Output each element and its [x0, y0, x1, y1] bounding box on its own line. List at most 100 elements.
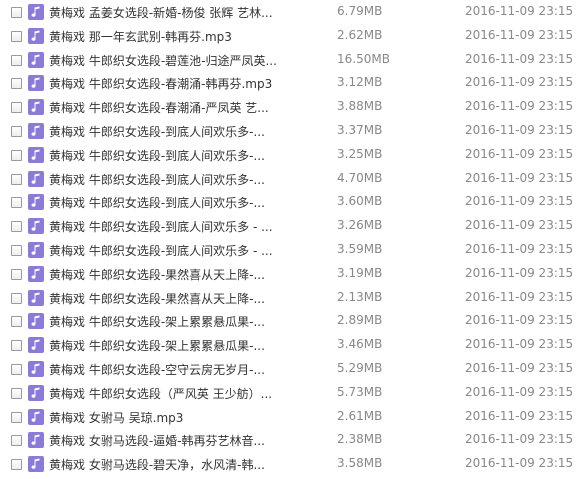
file-row[interactable]: 黄梅戏 牛郎织女选段-到底人间欢乐多-... 4.70MB 2016-11-09…	[0, 170, 581, 192]
row-checkbox[interactable]	[11, 268, 22, 280]
file-size: 3.60MB	[337, 194, 383, 209]
file-row[interactable]: 黄梅戏 牛郎织女选段-春潮涌-韩再芬.mp3 3.12MB 2016-11-09…	[0, 74, 581, 96]
music-file-icon	[28, 313, 44, 330]
music-file-icon	[28, 218, 44, 235]
row-checkbox[interactable]	[11, 78, 22, 90]
file-name[interactable]: 黄梅戏 牛郎织女选段-到底人间欢乐多 - ...	[49, 218, 273, 235]
file-size: 3.46MB	[337, 337, 383, 352]
row-checkbox[interactable]	[11, 316, 22, 328]
file-name[interactable]: 黄梅戏 牛郎织女选段-空守云房无岁月-...	[49, 361, 265, 378]
row-checkbox[interactable]	[11, 126, 22, 137]
row-checkbox[interactable]	[11, 435, 22, 447]
file-date: 2016-11-09 23:15	[465, 146, 574, 161]
file-date: 2016-11-09 23:15	[465, 337, 574, 352]
file-name[interactable]: 黄梅戏 牛郎织女选段-到底人间欢乐多-...	[49, 171, 265, 188]
file-name[interactable]: 黄梅戏 女驸马 吴琼.mp3	[49, 409, 183, 426]
row-checkbox[interactable]	[11, 292, 22, 304]
file-size: 3.26MB	[337, 218, 383, 233]
file-size: 2.89MB	[337, 313, 383, 328]
file-size: 2.38MB	[337, 432, 383, 447]
file-row[interactable]: 黄梅戏 牛郎织女选段-架上累累悬瓜果-... 2.89MB 2016-11-09…	[0, 312, 581, 334]
file-row[interactable]: 黄梅戏 牛郎织女选段-到底人间欢乐多-... 3.60MB 2016-11-09…	[0, 193, 581, 215]
file-name[interactable]: 黄梅戏 牛郎织女选段-架上累累悬瓜果-...	[49, 337, 265, 354]
file-date: 2016-11-09 23:15	[465, 27, 574, 42]
music-file-icon	[28, 361, 44, 377]
file-size: 5.73MB	[337, 384, 383, 399]
file-name[interactable]: 黄梅戏 牛郎织女选段-到底人间欢乐多-...	[49, 194, 265, 211]
row-checkbox[interactable]	[11, 7, 22, 18]
music-file-icon	[28, 27, 44, 44]
row-checkbox[interactable]	[11, 387, 22, 399]
file-size: 3.37MB	[337, 123, 383, 137]
file-row[interactable]: 黄梅戏 那一年玄武别-韩再芬.mp3 2.62MB 2016-11-09 23:…	[0, 27, 581, 49]
file-size: 2.13MB	[337, 289, 383, 304]
music-file-icon	[28, 194, 44, 211]
file-size: 6.79MB	[337, 4, 383, 18]
music-file-icon	[28, 289, 44, 306]
file-row[interactable]: 黄梅戏 牛郎织女选段-空守云房无岁月-... 5.29MB 2016-11-09…	[0, 360, 581, 382]
file-date: 2016-11-09 23:15	[465, 242, 574, 256]
row-checkbox[interactable]	[11, 30, 22, 42]
file-name[interactable]: 黄梅戏 牛郎织女选段-春潮涌-严凤英 艺...	[49, 99, 269, 116]
file-row[interactable]: 黄梅戏 牛郎织女选段（严风英 王少舫）... 5.73MB 2016-11-09…	[0, 384, 581, 406]
file-date: 2016-11-09 23:15	[465, 75, 574, 90]
file-size: 3.25MB	[337, 146, 383, 161]
file-size: 2.62MB	[337, 27, 383, 42]
file-date: 2016-11-09 23:15	[465, 194, 574, 209]
music-file-icon	[28, 170, 44, 187]
file-date: 2016-11-09 23:15	[465, 123, 574, 137]
music-file-icon	[28, 337, 44, 354]
file-name[interactable]: 黄梅戏 女驸马选段-逼婚-韩再芬艺林音...	[49, 432, 265, 449]
file-date: 2016-11-09 23:15	[465, 265, 574, 280]
file-size: 4.70MB	[337, 170, 383, 185]
row-checkbox[interactable]	[11, 102, 22, 114]
row-checkbox[interactable]	[11, 221, 22, 233]
file-date: 2016-11-09 23:15	[465, 289, 574, 304]
row-checkbox[interactable]	[11, 459, 22, 471]
file-row[interactable]: 黄梅戏 女驸马选段-逼婚-韩再芬艺林音... 2.38MB 2016-11-09…	[0, 431, 581, 453]
row-checkbox[interactable]	[11, 245, 22, 256]
file-date: 2016-11-09 23:15	[465, 313, 574, 328]
music-file-icon	[28, 123, 44, 139]
music-file-icon	[28, 99, 44, 116]
file-size: 5.29MB	[337, 361, 383, 375]
file-name[interactable]: 黄梅戏 牛郎织女选段-到底人间欢乐多 - ...	[49, 242, 273, 259]
file-name[interactable]: 黄梅戏 牛郎织女选段-到底人间欢乐多-...	[49, 147, 265, 164]
row-checkbox[interactable]	[11, 340, 22, 352]
file-date: 2016-11-09 23:15	[465, 456, 574, 471]
file-row[interactable]: 黄梅戏 牛郎织女选段-果然喜从天上降-... 3.19MB 2016-11-09…	[0, 265, 581, 287]
file-row[interactable]: 黄梅戏 牛郎织女选段-到底人间欢乐多 - ... 3.59MB 2016-11-…	[0, 241, 581, 263]
music-file-icon	[28, 146, 44, 163]
file-row[interactable]: 黄梅戏 牛郎织女选段-到底人间欢乐多 - ... 3.26MB 2016-11-…	[0, 217, 581, 239]
file-name[interactable]: 黄梅戏 牛郎织女选段-果然喜从天上降-...	[49, 266, 265, 283]
file-name[interactable]: 黄梅戏 牛郎织女选段-架上累累悬瓜果-...	[49, 313, 265, 330]
file-row[interactable]: 黄梅戏 牛郎织女选段-果然喜从天上降-... 2.13MB 2016-11-09…	[0, 289, 581, 311]
file-row[interactable]: 黄梅戏 牛郎织女选段-到底人间欢乐多-... 3.37MB 2016-11-09…	[0, 122, 581, 144]
music-file-icon	[28, 456, 44, 473]
file-name[interactable]: 黄梅戏 牛郎织女选段-果然喜从天上降-...	[49, 290, 265, 307]
file-name[interactable]: 黄梅戏 孟姜女选段-新婚-杨俊 张辉 艺林...	[49, 4, 273, 21]
file-name[interactable]: 黄梅戏 女驸马选段-碧天净，水风清-韩...	[49, 456, 265, 473]
file-row[interactable]: 黄梅戏 孟姜女选段-新婚-杨俊 张辉 艺林... 6.79MB 2016-11-…	[0, 3, 581, 25]
file-name[interactable]: 黄梅戏 牛郎织女选段-碧莲池-归途严凤英...	[49, 52, 277, 69]
music-file-icon	[28, 242, 44, 258]
file-name[interactable]: 黄梅戏 牛郎织女选段-春潮涌-韩再芬.mp3	[49, 75, 272, 92]
file-row[interactable]: 黄梅戏 牛郎织女选段-春潮涌-严凤英 艺... 3.88MB 2016-11-0…	[0, 98, 581, 120]
file-name[interactable]: 黄梅戏 那一年玄武别-韩再芬.mp3	[49, 28, 232, 45]
file-row[interactable]: 黄梅戏 牛郎织女选段-到底人间欢乐多-... 3.25MB 2016-11-09…	[0, 146, 581, 168]
row-checkbox[interactable]	[11, 173, 22, 185]
file-name[interactable]: 黄梅戏 牛郎织女选段（严风英 王少舫）...	[49, 385, 272, 402]
file-name[interactable]: 黄梅戏 牛郎织女选段-到底人间欢乐多-...	[49, 123, 265, 140]
file-row[interactable]: 黄梅戏 女驸马 吴琼.mp3 2.61MB 2016-11-09 23:15	[0, 408, 581, 430]
row-checkbox[interactable]	[11, 149, 22, 161]
file-size: 3.12MB	[337, 75, 383, 90]
row-checkbox[interactable]	[11, 364, 22, 375]
file-row[interactable]: 黄梅戏 牛郎织女选段-架上累累悬瓜果-... 3.46MB 2016-11-09…	[0, 336, 581, 358]
file-date: 2016-11-09 23:15	[465, 4, 574, 18]
row-checkbox[interactable]	[11, 197, 22, 209]
file-row[interactable]: 黄梅戏 牛郎织女选段-碧莲池-归途严凤英... 16.50MB 2016-11-…	[0, 51, 581, 73]
row-checkbox[interactable]	[11, 54, 22, 66]
file-row[interactable]: 黄梅戏 女驸马选段-碧天净，水风清-韩... 3.58MB 2016-11-09…	[0, 455, 581, 477]
music-file-icon	[28, 432, 44, 449]
row-checkbox[interactable]	[11, 411, 22, 423]
